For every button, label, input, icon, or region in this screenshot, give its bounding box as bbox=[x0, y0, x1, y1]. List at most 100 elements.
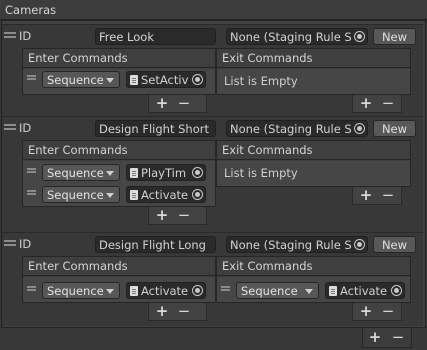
add-enter-command-button[interactable]: + bbox=[151, 95, 173, 111]
enter-commands-list: Sequence PlayTim Sequence Activate bbox=[23, 161, 215, 206]
command-script-field[interactable]: PlayTim bbox=[126, 164, 206, 181]
enter-commands-list: Sequence Activate bbox=[23, 277, 215, 302]
exit-commands-panel: Exit Commands Sequence Activate bbox=[216, 256, 411, 303]
dropdown-caret-icon bbox=[106, 289, 114, 294]
exit-commands-title: Exit Commands bbox=[217, 257, 410, 276]
command-type-value: Sequence bbox=[47, 73, 104, 87]
object-picker-icon[interactable] bbox=[354, 123, 365, 134]
command-type-dropdown[interactable]: Sequence bbox=[42, 164, 120, 181]
list-empty-text: List is Empty bbox=[224, 166, 298, 180]
enter-list-footer: + − bbox=[148, 207, 207, 225]
remove-camera-button[interactable]: − bbox=[387, 329, 409, 345]
staging-rule-value: None (Staging Rule S bbox=[230, 30, 351, 44]
command-type-dropdown[interactable]: Sequence bbox=[236, 282, 319, 299]
remove-enter-command-button[interactable]: − bbox=[173, 207, 195, 223]
command-type-dropdown[interactable]: Sequence bbox=[42, 186, 120, 203]
command-script-value: PlayTim bbox=[141, 166, 187, 180]
command-type-dropdown[interactable]: Sequence bbox=[42, 71, 120, 88]
exit-commands-panel: Exit Commands List is Empty bbox=[216, 140, 411, 187]
command-script-value: SetActiv bbox=[141, 73, 189, 87]
object-picker-icon[interactable] bbox=[391, 285, 402, 296]
script-file-icon bbox=[130, 190, 138, 200]
new-button[interactable]: New bbox=[373, 120, 416, 137]
script-file-icon bbox=[329, 286, 337, 296]
cameras-header[interactable]: Cameras bbox=[0, 0, 427, 20]
command-script-field[interactable]: Activate bbox=[126, 282, 206, 299]
add-exit-command-button[interactable]: + bbox=[355, 187, 377, 203]
id-label: ID bbox=[19, 121, 32, 135]
exit-commands-title: Exit Commands bbox=[217, 49, 410, 68]
add-enter-command-button[interactable]: + bbox=[151, 303, 173, 319]
exit-commands-list: List is Empty bbox=[217, 69, 410, 94]
dropdown-caret-icon bbox=[106, 171, 114, 176]
drag-handle-icon[interactable] bbox=[27, 190, 36, 195]
object-picker-icon[interactable] bbox=[192, 189, 203, 200]
remove-exit-command-button[interactable]: − bbox=[377, 95, 399, 111]
drag-handle-icon[interactable] bbox=[4, 240, 16, 246]
id-field[interactable]: Design Flight Short bbox=[95, 120, 216, 137]
remove-enter-command-button[interactable]: − bbox=[173, 303, 195, 319]
command-script-field[interactable]: Activate bbox=[325, 282, 405, 299]
enter-commands-panel: Enter Commands Sequence PlayTim Sequence… bbox=[22, 140, 216, 207]
new-button[interactable]: New bbox=[373, 28, 416, 45]
id-field[interactable]: Free Look bbox=[95, 28, 216, 45]
drag-handle-icon[interactable] bbox=[27, 286, 36, 291]
enter-commands-title: Enter Commands bbox=[23, 141, 215, 160]
command-type-value: Sequence bbox=[47, 166, 104, 180]
add-camera-button[interactable]: + bbox=[364, 329, 386, 345]
add-enter-command-button[interactable]: + bbox=[151, 207, 173, 223]
new-button[interactable]: New bbox=[373, 236, 416, 253]
command-script-field[interactable]: Activate bbox=[126, 186, 206, 203]
remove-exit-command-button[interactable]: − bbox=[377, 303, 399, 319]
enter-list-footer: + − bbox=[148, 303, 207, 321]
staging-rule-value: None (Staging Rule S bbox=[230, 238, 351, 252]
command-script-value: Activate bbox=[141, 188, 189, 202]
camera-entry: ID Design Flight Short None (Staging Rul… bbox=[2, 116, 423, 234]
enter-commands-panel: Enter Commands Sequence SetActiv bbox=[22, 48, 216, 95]
exit-commands-list: Sequence Activate bbox=[217, 277, 410, 302]
drag-handle-icon[interactable] bbox=[4, 32, 16, 38]
object-picker-icon[interactable] bbox=[192, 74, 203, 85]
enter-commands-list: Sequence SetActiv bbox=[23, 69, 215, 94]
drag-handle-icon[interactable] bbox=[27, 75, 36, 80]
enter-commands-title: Enter Commands bbox=[23, 257, 215, 276]
drag-handle-icon[interactable] bbox=[221, 286, 230, 291]
script-file-icon bbox=[130, 286, 138, 296]
enter-commands-panel: Enter Commands Sequence Activate bbox=[22, 256, 216, 303]
dropdown-caret-icon bbox=[106, 78, 114, 83]
drag-handle-icon[interactable] bbox=[27, 168, 36, 173]
dropdown-caret-icon bbox=[305, 289, 313, 294]
camera-entry: ID Design Flight Long None (Staging Rule… bbox=[2, 232, 423, 326]
command-script-value: Activate bbox=[340, 284, 388, 298]
command-script-value: Activate bbox=[141, 284, 189, 298]
staging-rule-field[interactable]: None (Staging Rule S bbox=[226, 28, 368, 45]
enter-list-footer: + − bbox=[148, 95, 207, 113]
staging-rule-value: None (Staging Rule S bbox=[230, 122, 351, 136]
cameras-title: Cameras bbox=[5, 3, 57, 17]
object-picker-icon[interactable] bbox=[192, 285, 203, 296]
exit-commands-list: List is Empty bbox=[217, 161, 410, 186]
cameras-list-footer: + − bbox=[362, 328, 412, 348]
id-field[interactable]: Design Flight Long bbox=[95, 236, 216, 253]
remove-enter-command-button[interactable]: − bbox=[173, 95, 195, 111]
command-script-field[interactable]: SetActiv bbox=[126, 71, 206, 88]
enter-commands-title: Enter Commands bbox=[23, 49, 215, 68]
exit-commands-panel: Exit Commands List is Empty bbox=[216, 48, 411, 95]
object-picker-icon[interactable] bbox=[192, 167, 203, 178]
command-type-value: Sequence bbox=[47, 188, 104, 202]
script-file-icon bbox=[130, 168, 138, 178]
object-picker-icon[interactable] bbox=[354, 31, 365, 42]
command-type-dropdown[interactable]: Sequence bbox=[42, 282, 120, 299]
staging-rule-field[interactable]: None (Staging Rule S bbox=[226, 120, 368, 137]
command-type-value: Sequence bbox=[241, 284, 298, 298]
object-picker-icon[interactable] bbox=[354, 239, 365, 250]
exit-list-footer: + − bbox=[352, 187, 402, 205]
drag-handle-icon[interactable] bbox=[4, 124, 16, 130]
add-exit-command-button[interactable]: + bbox=[355, 95, 377, 111]
remove-exit-command-button[interactable]: − bbox=[377, 187, 399, 203]
add-exit-command-button[interactable]: + bbox=[355, 303, 377, 319]
id-label: ID bbox=[19, 29, 32, 43]
dropdown-caret-icon bbox=[106, 193, 114, 198]
script-file-icon bbox=[130, 75, 138, 85]
staging-rule-field[interactable]: None (Staging Rule S bbox=[226, 236, 368, 253]
